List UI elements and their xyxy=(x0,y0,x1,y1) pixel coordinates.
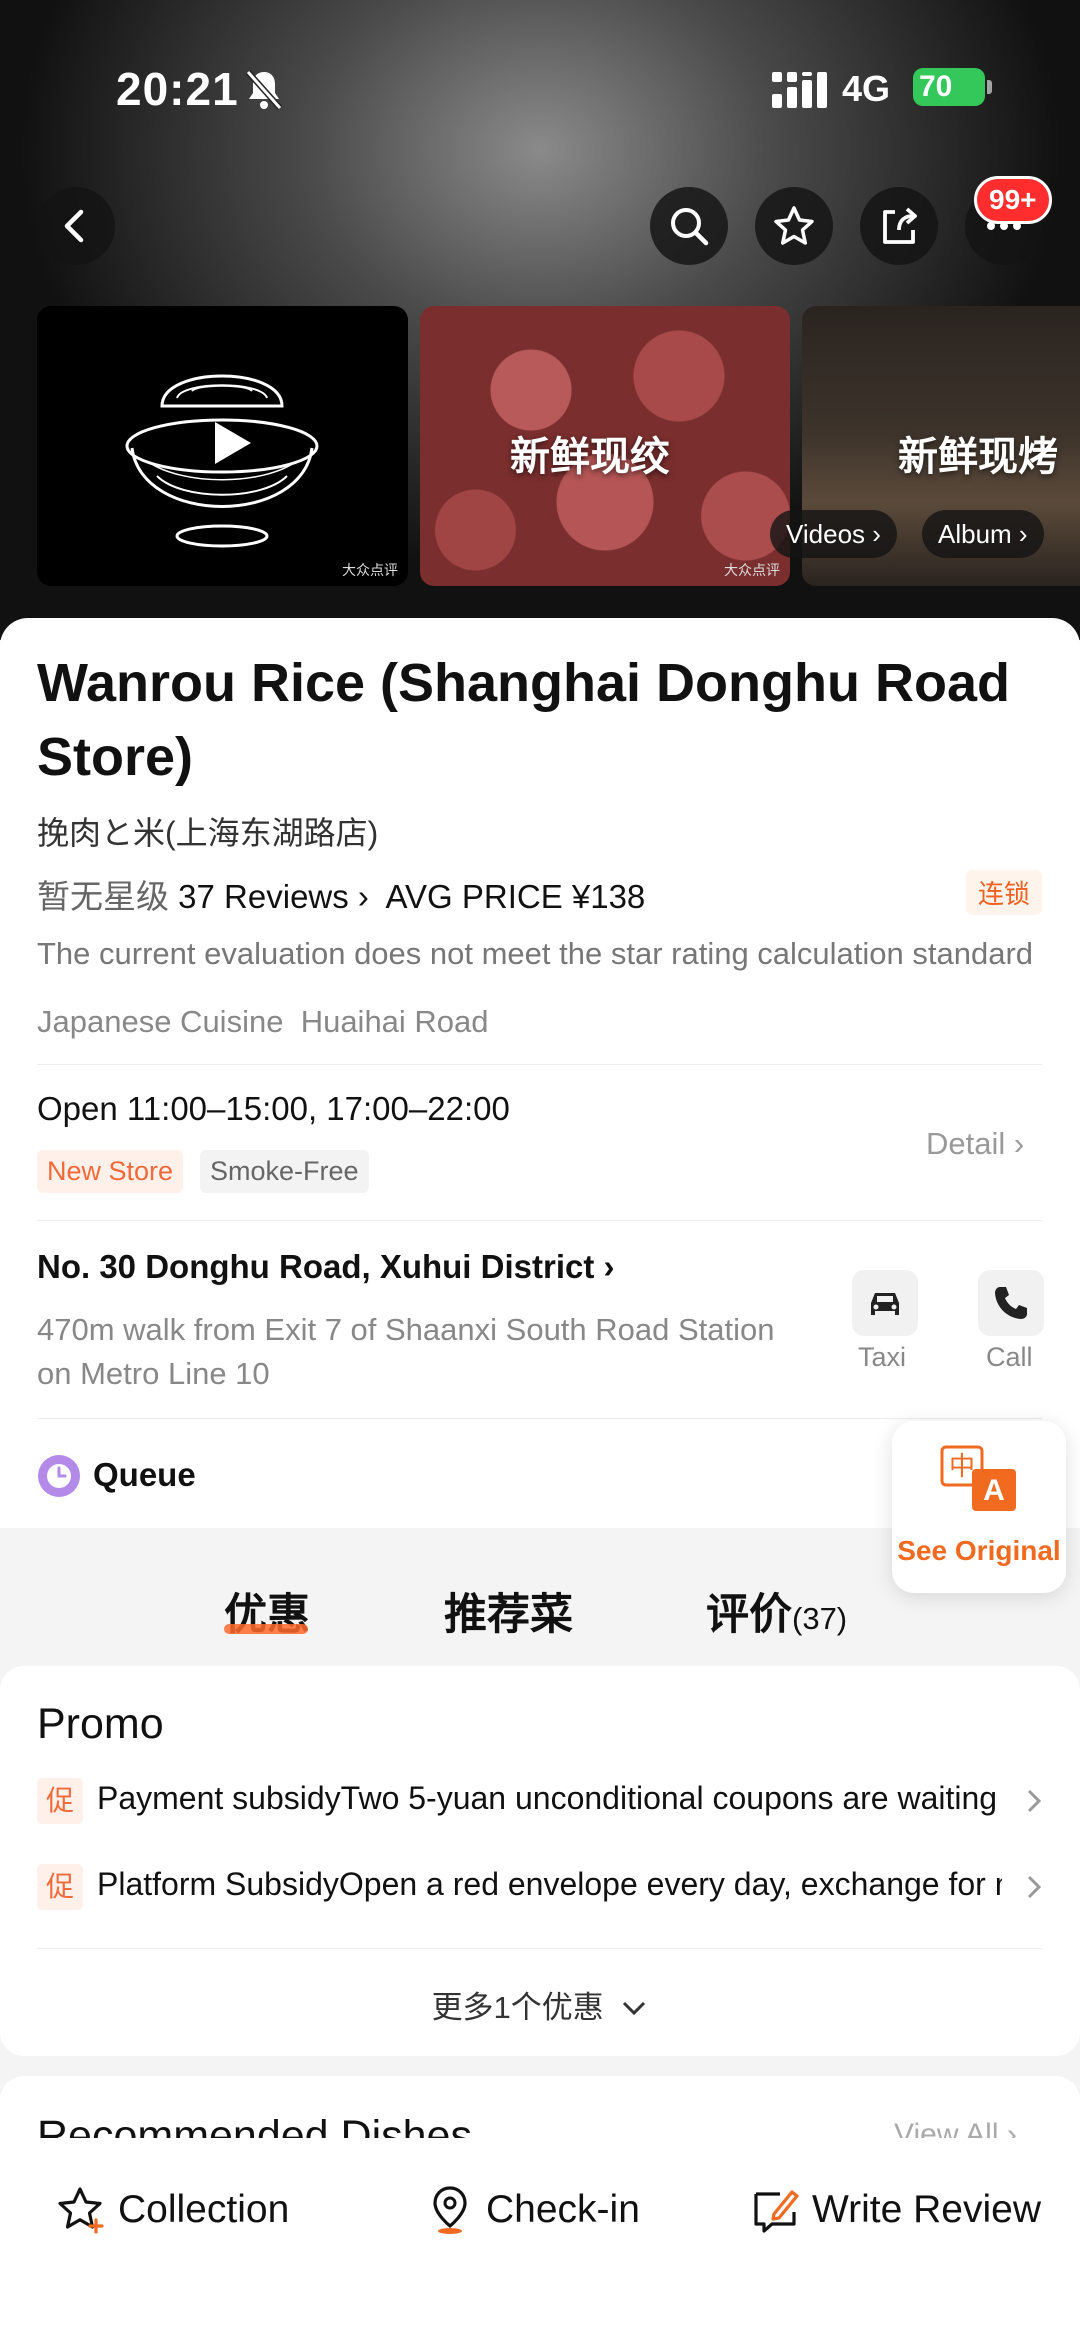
favorite-button[interactable] xyxy=(755,187,833,265)
battery-level: 70 xyxy=(919,70,953,103)
star-icon xyxy=(774,206,814,245)
cuisine-label: Japanese Cuisine xyxy=(37,1004,284,1039)
divider xyxy=(37,1064,1042,1065)
tab-reviews-count: (37) xyxy=(792,1601,848,1636)
divider xyxy=(37,1948,1042,1949)
status-bar: 20:21 4G 70 xyxy=(0,0,1080,170)
chevron-down-icon xyxy=(623,2001,646,2016)
signal-icon xyxy=(772,72,827,108)
avg-price: AVG PRICE ¥138 xyxy=(385,878,646,915)
play-icon[interactable] xyxy=(203,416,257,470)
promo-item[interactable]: 促 Platform SubsidyOpen a red envelope ev… xyxy=(37,1858,1047,1914)
category-line: Japanese Cuisine Huaihai Road xyxy=(37,1004,489,1040)
more-offers-label: 更多1个优惠 xyxy=(431,1990,604,2025)
chain-badge: 连锁 xyxy=(966,870,1043,915)
call-label: Call xyxy=(986,1342,1033,1372)
detail-label: Detail xyxy=(926,1126,1006,1161)
watermark: 大众点评 xyxy=(342,562,398,578)
address-text: No. 30 Donghu Road, Xuhui District xyxy=(37,1248,595,1285)
photo-caption-fresh-ground: 新鲜现绞 xyxy=(510,435,670,479)
promo-section: Promo 促 Payment subsidyTwo 5-yuan uncond… xyxy=(0,1666,1080,2056)
promo-badge: 促 xyxy=(37,1864,83,1910)
album-label: Album xyxy=(938,519,1012,549)
battery-indicator: 70 xyxy=(913,68,985,106)
queue-label[interactable]: Queue xyxy=(93,1456,196,1494)
svg-text:A: A xyxy=(983,1474,1005,1507)
star-level: 暂无星级 xyxy=(37,878,169,915)
tag-smoke-free: Smoke-Free xyxy=(200,1150,369,1193)
photo-thumbnail-meat[interactable]: 新鲜现绞 大众点评 xyxy=(420,306,790,586)
phone-icon xyxy=(995,1287,1027,1319)
promo-text: Payment subsidyTwo 5-yuan unconditional … xyxy=(97,1780,1002,1816)
divider xyxy=(37,1220,1042,1221)
checkin-button[interactable]: Check-in xyxy=(424,2180,640,2240)
svg-text:中: 中 xyxy=(949,1452,975,1482)
shop-original-name: 挽肉と米(上海东湖路店) xyxy=(37,815,379,851)
location-pin-icon xyxy=(433,2186,467,2234)
header-area: 20:21 4G 70 99+ 大众点评 新鲜现绞 大众点评 新鲜现烤 Vide… xyxy=(0,0,1080,640)
share-icon xyxy=(883,207,917,244)
chevron-right-icon xyxy=(1027,1789,1042,1813)
search-button[interactable] xyxy=(650,187,728,265)
photo-caption-fresh-grilled: 新鲜现烤 xyxy=(898,435,1058,479)
write-review-label: Write Review xyxy=(812,2188,1041,2231)
shop-title: Wanrou Rice (Shanghai Donghu Road Store) xyxy=(37,653,1010,787)
network-label: 4G xyxy=(842,68,891,109)
bottom-action-bar: Collection Check-in Write Review xyxy=(0,2138,1080,2348)
tab-reviews[interactable]: 评价(37) xyxy=(706,1580,847,1642)
chevron-right-icon xyxy=(1027,1875,1042,1899)
collection-label: Collection xyxy=(118,2188,290,2231)
taxi-label: Taxi xyxy=(858,1342,907,1372)
opening-hours: Open 11:00–15:00, 17:00–22:00 xyxy=(37,1090,510,1127)
active-tab-indicator xyxy=(224,1624,308,1634)
tab-recommended[interactable]: 推荐菜 xyxy=(444,1580,573,1642)
evaluation-note: The current evaluation does not meet the… xyxy=(37,936,1034,971)
divider xyxy=(37,1418,1042,1419)
tag-new-store: New Store xyxy=(37,1150,184,1193)
videos-label: Videos xyxy=(786,519,866,549)
search-icon xyxy=(671,208,709,246)
translate-icon: 中 A xyxy=(940,1445,1016,1511)
collection-button[interactable]: Collection xyxy=(56,2180,289,2240)
edit-review-icon xyxy=(754,2190,799,2233)
promo-badge: 促 xyxy=(37,1778,83,1824)
car-icon xyxy=(871,1293,899,1315)
more-offers-button[interactable]: 更多1个优惠 xyxy=(0,1982,1080,2027)
notification-badge: 99+ xyxy=(974,176,1052,224)
bell-muted-icon xyxy=(245,70,283,110)
reviews-link[interactable]: 37 Reviews xyxy=(178,878,349,915)
back-button[interactable] xyxy=(37,187,115,265)
album-button[interactable]: Album › xyxy=(922,510,1044,558)
call-button[interactable] xyxy=(978,1270,1044,1336)
status-time: 20:21 xyxy=(116,63,239,115)
share-button[interactable] xyxy=(860,187,938,265)
queue-clock-icon xyxy=(38,1455,80,1497)
rating-row: 暂无星级 37 Reviews › AVG PRICE ¥138 xyxy=(37,878,646,915)
write-review-button[interactable]: Write Review xyxy=(750,2180,1041,2240)
promo-text: Platform SubsidyOpen a red envelope ever… xyxy=(97,1866,1002,1902)
tab-reviews-label: 评价 xyxy=(706,1591,792,1639)
section-tabs: 优惠 推荐菜 评价(37) xyxy=(0,1560,1080,1660)
promo-title: Promo xyxy=(37,1700,164,1748)
video-thumbnail[interactable]: 大众点评 xyxy=(37,306,408,586)
videos-button[interactable]: Videos › xyxy=(770,510,897,558)
checkin-label: Check-in xyxy=(486,2188,640,2231)
battery-tip xyxy=(987,80,992,94)
shop-info-card: Wanrou Rice (Shanghai Donghu Road Store)… xyxy=(0,618,1080,1528)
media-strip[interactable]: 大众点评 新鲜现绞 大众点评 新鲜现烤 Videos › Album › xyxy=(0,306,1080,586)
back-arrow-icon xyxy=(64,209,84,243)
area-label: Huaihai Road xyxy=(300,1004,489,1039)
star-add-icon xyxy=(58,2187,104,2234)
walk-directions: 470m walk from Exit 7 of Shaanxi South R… xyxy=(37,1312,775,1391)
watermark: 大众点评 xyxy=(724,562,780,578)
promo-item[interactable]: 促 Payment subsidyTwo 5-yuan unconditiona… xyxy=(37,1772,1047,1828)
detail-link[interactable]: Detail › xyxy=(926,1126,1024,1162)
address-link[interactable]: No. 30 Donghu Road, Xuhui District › xyxy=(37,1248,615,1286)
taxi-button[interactable] xyxy=(852,1270,918,1336)
